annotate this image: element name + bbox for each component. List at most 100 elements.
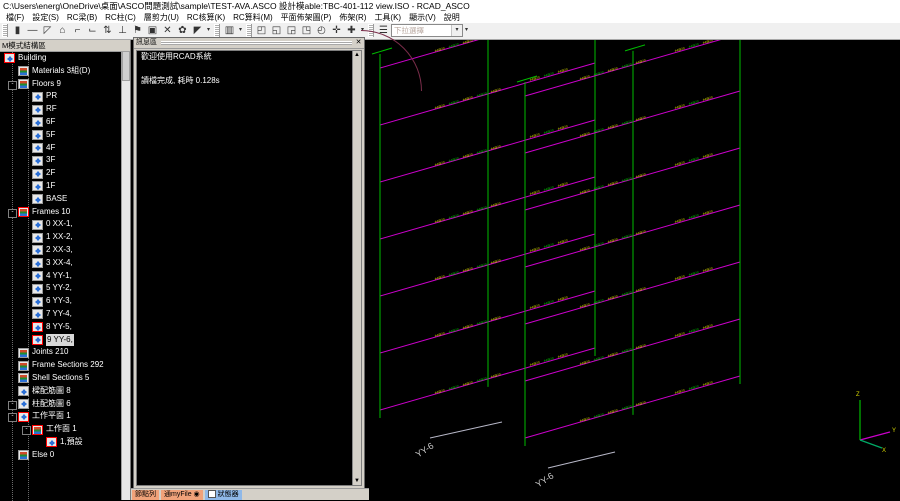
menu-item-0[interactable]: 檔(F) — [2, 12, 28, 23]
menu-item-7[interactable]: 平面佈架圖(P) — [277, 12, 336, 23]
view-top-icon[interactable]: ◲ — [284, 23, 299, 38]
tree-node[interactable]: Frame Sections 292 — [0, 359, 130, 372]
tree-node[interactable]: 4 YY-1, — [0, 270, 130, 283]
tree-node[interactable]: - 工作面 1 — [0, 423, 130, 436]
model-3d-viewport[interactable]: #4@20 #4@20 #4@20 #4@20 #4@20 #4@20 #4@20 #4@20… — [370, 40, 900, 500]
tree-node[interactable]: - Frames 10 — [0, 206, 130, 219]
support-tool-icon[interactable]: ⊥ — [115, 23, 130, 38]
member-annotation-text: #4@20 — [434, 388, 445, 395]
tree-node[interactable]: 5 YY-2, — [0, 282, 130, 295]
menu-item-3[interactable]: RC柱(C) — [101, 12, 140, 23]
tree-vertical-scrollbar[interactable] — [121, 51, 130, 500]
settings-gear-icon[interactable]: ✿ — [175, 23, 190, 38]
building-icon[interactable]: ▥ — [222, 23, 237, 38]
tree-expander-toggle[interactable]: - — [22, 426, 31, 436]
combo-chevron-down-icon[interactable]: ▾ — [451, 25, 462, 36]
tree-node[interactable]: - 柱配筋圖 6 — [0, 398, 130, 411]
toolbar-grip[interactable] — [246, 24, 252, 37]
tree-expander-toggle[interactable]: - — [8, 413, 17, 423]
tree-node[interactable]: 1F — [0, 180, 130, 193]
tree-expander-toggle[interactable]: - — [8, 80, 17, 90]
tree-expander-toggle[interactable]: - — [8, 208, 17, 218]
view-rotate-icon[interactable]: ◴ — [314, 23, 329, 38]
menu-item-9[interactable]: 工具(K) — [370, 12, 405, 23]
menu-item-4[interactable]: 層剪力(U) — [140, 12, 183, 23]
menu-item-5[interactable]: RC核算(K) — [183, 12, 229, 23]
menu-bar[interactable]: 檔(F) 設定(S) RC梁(B) RC柱(C) 層剪力(U) RC核算(K) RC算料(M… — [0, 12, 900, 23]
tree-node[interactable]: 4F — [0, 142, 130, 155]
item-node-icon — [32, 168, 43, 179]
zoom-in-icon[interactable]: ✛ — [329, 23, 344, 38]
menu-item-11[interactable]: 說明 — [440, 12, 464, 23]
scroll-up-arrow-icon[interactable]: ▲ — [353, 51, 361, 59]
tree-node[interactable]: RF — [0, 103, 130, 116]
member-annotation-text: #4@20 — [579, 74, 590, 81]
member-annotation-text: #4@20 — [529, 360, 540, 367]
tree-node[interactable]: 2F — [0, 167, 130, 180]
delete-icon[interactable]: ✕ — [160, 23, 175, 38]
tree-node[interactable]: 8 YY-5, — [0, 321, 130, 334]
triangle-solid-icon[interactable]: ◤ — [190, 23, 205, 38]
joint-tool-icon[interactable]: ⌂ — [55, 23, 70, 38]
dropdown-arrow-icon[interactable]: ▾ — [463, 23, 470, 38]
tree-node[interactable]: 樑配筋圖 8 — [0, 385, 130, 398]
scroll-down-arrow-icon[interactable]: ▼ — [353, 477, 361, 485]
tree-node[interactable]: BASE — [0, 193, 130, 206]
message-vertical-scrollbar[interactable]: ▲ ▼ — [352, 51, 361, 485]
tree-expander-toggle[interactable]: - — [8, 400, 17, 410]
tree-node[interactable]: Building — [0, 52, 130, 65]
tree-node[interactable]: 2 XX-3, — [0, 244, 130, 257]
dropdown-arrow-icon[interactable]: ▾ — [205, 23, 212, 38]
tree-node[interactable]: PR — [0, 90, 130, 103]
member-annotation-text: #4@20 — [543, 185, 554, 192]
toolbar-combo-box[interactable]: 下拉選擇 ▾ — [391, 24, 463, 37]
view-iso-icon[interactable]: ◳ — [299, 23, 314, 38]
tree-scrollbar-thumb[interactable] — [122, 51, 130, 81]
message-window[interactable]: 訊息區 ✕ 歡迎使用RCAD系統 讀檔完成, 耗時 0.128s ▲ ▼ — [133, 37, 365, 489]
tree-node[interactable]: 0 XX-1, — [0, 218, 130, 231]
tree-node[interactable]: Joints 210 — [0, 346, 130, 359]
tree-node[interactable]: 9 YY-6, — [0, 333, 130, 347]
select-box-icon[interactable]: ▣ — [145, 23, 160, 38]
tree-node[interactable]: 3F — [0, 154, 130, 167]
menu-item-8[interactable]: 佈架(R) — [335, 12, 370, 23]
tree-node[interactable]: 3 XX-4, — [0, 257, 130, 270]
tree-node[interactable]: 5F — [0, 129, 130, 142]
wall-tool-icon[interactable]: ⌙ — [85, 23, 100, 38]
slab-tool-icon[interactable]: ⌐ — [70, 23, 85, 38]
load-tool-icon[interactable]: ⇅ — [100, 23, 115, 38]
view-back-icon[interactable]: ◱ — [269, 23, 284, 38]
tree-node[interactable]: 1 XX-2, — [0, 231, 130, 244]
column-tool-icon[interactable]: ▮ — [10, 23, 25, 38]
toolbar-grip[interactable] — [214, 24, 220, 37]
tree-node[interactable]: 6F — [0, 116, 130, 129]
beam-tool-icon[interactable]: — — [25, 23, 40, 38]
message-window-title-bar[interactable]: 訊息區 ✕ — [134, 38, 364, 49]
menu-item-2[interactable]: RC梁(B) — [63, 12, 101, 23]
flag-tool-icon[interactable]: ⚑ — [130, 23, 145, 38]
view-front-icon[interactable]: ◰ — [254, 23, 269, 38]
model-tree-panel[interactable]: M模式結構區 Building Materials 3組(D) - Floors 9 P… — [0, 40, 131, 501]
toolbar-grip[interactable] — [2, 24, 8, 37]
tree-panel-body[interactable]: Building Materials 3組(D) - Floors 9 PR RF 6F 5F… — [0, 52, 130, 501]
zoom-fit-icon[interactable]: ✚ — [344, 23, 359, 38]
tree-node[interactable]: Shell Sections 5 — [0, 372, 130, 385]
status-bar-item-0[interactable]: 節點列 — [132, 490, 159, 500]
status-bar-item-2[interactable]: 狀態器 — [204, 490, 242, 500]
tree-node[interactable]: - Floors 9 — [0, 78, 130, 91]
tree-node[interactable]: 7 YY-4, — [0, 308, 130, 321]
status-bar-item-1[interactable]: 通myFile ◉ — [161, 490, 203, 500]
menu-item-10[interactable]: 顯示(V) — [405, 12, 440, 23]
tree-node[interactable]: - 工作平面 1 — [0, 410, 130, 423]
tree-node[interactable]: 6 YY-3, — [0, 295, 130, 308]
menu-item-6[interactable]: RC算料(M) — [229, 12, 277, 23]
group-node-icon — [18, 347, 29, 358]
tree-node[interactable]: Materials 3組(D) — [0, 65, 130, 78]
menu-item-1[interactable]: 設定(S) — [28, 12, 63, 23]
status-bar[interactable]: 節點列 通myFile ◉ 狀態器 — [131, 488, 369, 500]
brace-tool-icon[interactable]: ◸ — [40, 23, 55, 38]
tree-node[interactable]: 1,預設 — [0, 436, 130, 449]
tree-node[interactable]: Else 0 — [0, 449, 130, 462]
checkbox-icon[interactable] — [207, 490, 216, 499]
dropdown-arrow-icon[interactable]: ▾ — [237, 23, 244, 38]
